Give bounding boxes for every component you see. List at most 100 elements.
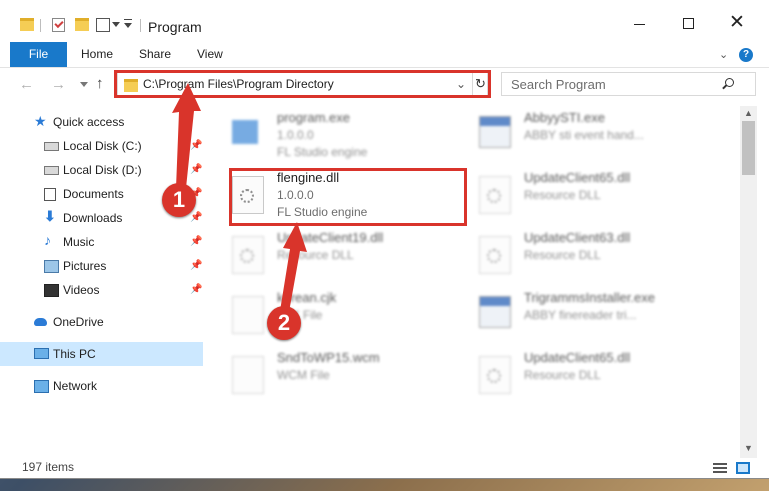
file-item[interactable]: program.exe 1.0.0.0 FL Studio engine xyxy=(232,110,482,166)
app-window-icon xyxy=(479,116,511,148)
title-bar: Program ✕ xyxy=(0,0,769,42)
scroll-thumb[interactable] xyxy=(742,121,755,175)
forward-arrow-icon[interactable]: → xyxy=(51,76,66,93)
customize-toolbar-icon[interactable] xyxy=(124,19,132,20)
exe-icon xyxy=(232,120,258,144)
sidebar-item-label: OneDrive xyxy=(53,315,104,329)
pin-icon[interactable]: 📌 xyxy=(190,284,202,295)
file-detail: Resource DLL xyxy=(277,248,354,262)
pin-icon[interactable]: 📌 xyxy=(190,140,202,151)
network-icon xyxy=(34,380,49,393)
toolbar-separator xyxy=(40,19,41,32)
pin-icon[interactable]: 📌 xyxy=(190,260,202,271)
navigation-pane: ★ Quick access Local Disk (C:) 📌 Local Disk … xyxy=(0,106,203,442)
folder-icon xyxy=(20,18,34,31)
tab-share[interactable]: Share xyxy=(139,42,171,67)
file-item[interactable]: UpdateClient65.dll Resource DLL xyxy=(479,170,729,226)
chevron-down-icon[interactable] xyxy=(112,22,120,27)
sidebar-item-onedrive[interactable]: OneDrive xyxy=(0,310,203,334)
sidebar-item-local-disk-d[interactable]: Local Disk (D:) 📌 xyxy=(0,158,203,182)
sidebar-item-local-disk-c[interactable]: Local Disk (C:) 📌 xyxy=(0,134,203,158)
quick-access-star-icon: ★ xyxy=(34,113,47,129)
pin-icon[interactable]: 📌 xyxy=(190,236,202,247)
window-title: Program xyxy=(148,19,202,35)
toolbar-separator xyxy=(140,19,141,32)
details-view-icon[interactable] xyxy=(713,463,727,473)
search-icon[interactable] xyxy=(725,78,734,87)
this-pc-icon xyxy=(34,348,49,359)
pin-icon[interactable]: 📌 xyxy=(190,164,202,175)
recent-locations-chevron-icon[interactable] xyxy=(80,82,88,87)
file-item[interactable]: AbbyySTI.exe ABBY sti event hand... xyxy=(479,110,729,166)
sidebar-item-label: Quick access xyxy=(53,115,125,129)
help-icon[interactable]: ? xyxy=(739,48,753,62)
new-folder-icon[interactable] xyxy=(75,18,89,31)
dll-gear-icon xyxy=(232,176,264,214)
sidebar-item-label: Downloads xyxy=(63,211,123,225)
file-detail: 1.0.0.0 xyxy=(277,128,314,142)
search-box[interactable]: Search Program xyxy=(501,72,756,96)
status-bar: 197 items xyxy=(0,458,769,478)
videos-icon xyxy=(44,284,59,297)
tab-file[interactable]: File xyxy=(10,42,67,67)
back-arrow-icon[interactable]: ← xyxy=(19,76,34,93)
file-item[interactable]: flengine.dll 1.0.0.0 FL Studio engine xyxy=(232,170,482,226)
address-path[interactable]: C:\Program Files\Program Directory xyxy=(143,77,334,91)
file-name: UpdateClient63.dll xyxy=(524,230,631,245)
file-name: TrigrammsInstaller.exe xyxy=(524,290,655,305)
dll-gear-icon xyxy=(479,356,511,394)
close-button[interactable]: ✕ xyxy=(727,13,747,34)
vertical-scrollbar[interactable]: ▲ ▼ xyxy=(740,106,757,458)
sidebar-item-quick-access[interactable]: ★ Quick access xyxy=(0,110,203,134)
file-detail: 1.0.0.0 xyxy=(277,188,314,202)
file-item[interactable]: UpdateClient19.dll Resource DLL xyxy=(232,230,482,286)
file-item[interactable]: SndToWP15.wcm WCM File xyxy=(232,350,482,406)
tab-view[interactable]: View xyxy=(197,42,223,67)
gear-icon xyxy=(240,189,254,203)
search-input[interactable]: Search Program xyxy=(511,77,606,92)
sidebar-item-label: Pictures xyxy=(63,259,107,273)
downloads-icon: ⬇ xyxy=(44,208,56,224)
local-disk-icon xyxy=(44,166,59,175)
file-list: program.exe 1.0.0.0 FL Studio engine AbbyyS… xyxy=(205,106,740,442)
expand-ribbon-icon[interactable]: ⌄ xyxy=(719,48,728,61)
file-name: flengine.dll xyxy=(277,170,340,185)
properties-icon[interactable] xyxy=(96,18,110,32)
sidebar-item-network[interactable]: Network xyxy=(0,374,203,398)
customize-toolbar-chevron-icon[interactable] xyxy=(124,23,132,28)
properties-check-icon[interactable] xyxy=(52,18,65,32)
sidebar-item-this-pc[interactable]: This PC xyxy=(0,342,203,366)
pin-icon[interactable]: 📌 xyxy=(190,212,202,223)
file-name: UpdateClient65.dll xyxy=(524,170,631,185)
scroll-up-icon[interactable]: ▲ xyxy=(744,108,753,118)
file-item[interactable]: TrigrammsInstaller.exe ABBY finereader tr… xyxy=(479,290,729,346)
sidebar-item-label: This PC xyxy=(53,347,96,361)
folder-icon xyxy=(124,79,138,92)
documents-icon xyxy=(44,188,56,201)
maximize-button[interactable] xyxy=(679,14,699,34)
sidebar-item-pictures[interactable]: Pictures 📌 xyxy=(0,254,203,278)
minimize-button[interactable] xyxy=(630,14,650,34)
music-icon: ♪ xyxy=(44,232,51,248)
app-window-icon xyxy=(479,296,511,328)
file-name: UpdateClient65.dll xyxy=(524,350,631,365)
blank-file-icon xyxy=(232,296,264,334)
scroll-down-icon[interactable]: ▼ xyxy=(744,443,753,453)
file-detail: WCM File xyxy=(277,368,330,382)
file-item[interactable]: UpdateClient65.dll Resource DLL xyxy=(479,350,729,406)
address-dropdown-icon[interactable]: ⌄ xyxy=(456,77,466,91)
explorer-window: Program ✕ File Home Share View ⌄ ? ← → ↑… xyxy=(0,0,769,478)
sidebar-item-label: Network xyxy=(53,379,98,393)
file-item[interactable]: UpdateClient63.dll Resource DLL xyxy=(479,230,729,286)
callout-2: 2 xyxy=(267,306,301,340)
up-arrow-icon[interactable]: ↑ xyxy=(96,75,104,92)
sidebar-item-label: Videos xyxy=(63,283,100,297)
file-name: UpdateClient19.dll xyxy=(277,230,384,245)
sidebar-item-videos[interactable]: Videos 📌 xyxy=(0,278,203,302)
large-icons-view-icon[interactable] xyxy=(736,462,750,474)
file-description: FL Studio engine xyxy=(277,205,368,219)
sidebar-item-music[interactable]: ♪ Music 📌 xyxy=(0,230,203,254)
tab-home[interactable]: Home xyxy=(81,42,113,67)
refresh-icon[interactable]: ↻ xyxy=(472,73,488,95)
address-bar[interactable]: C:\Program Files\Program Directory ⌄ ↻ xyxy=(117,72,488,96)
